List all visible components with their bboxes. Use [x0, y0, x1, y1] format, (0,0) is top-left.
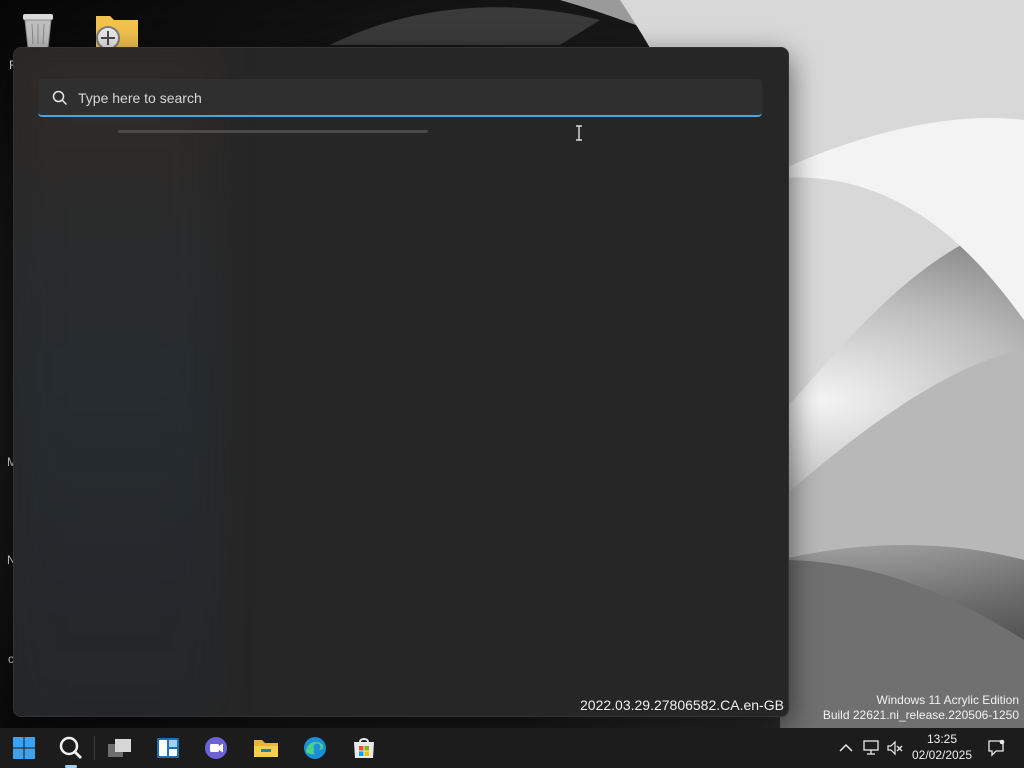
desktop: R M N c 2022.03.29.27806582.CA.en-GB Win…: [0, 0, 1024, 728]
search-icon: [59, 736, 82, 759]
chevron-up-icon: [839, 743, 853, 752]
start-button[interactable]: [8, 732, 40, 764]
network-button[interactable]: [858, 732, 884, 764]
version-label: 2022.03.29.27806582.CA.en-GB: [580, 697, 784, 713]
store-icon: [354, 738, 374, 758]
folder-icon: [254, 740, 278, 757]
store-button[interactable]: [348, 732, 380, 764]
clock-time: 13:25: [926, 732, 958, 746]
task-view-button[interactable]: [104, 732, 136, 764]
acrylic-tint: [14, 48, 214, 716]
taskbar-separator: [94, 736, 95, 760]
search-icon: [52, 90, 68, 106]
search-button[interactable]: [55, 732, 87, 768]
widgets-button[interactable]: [152, 732, 184, 764]
search-flyout: [13, 47, 789, 717]
show-hidden-icons-button[interactable]: [832, 732, 860, 764]
windows-logo-icon: [13, 737, 35, 759]
clock-date: 02/02/2025: [911, 748, 973, 762]
chat-button[interactable]: [200, 732, 232, 764]
edition-watermark: Windows 11 Acrylic Edition Build 22621.n…: [823, 693, 1019, 723]
widgets-icon: [157, 738, 179, 758]
watermark-line-1: Windows 11 Acrylic Edition: [876, 693, 1020, 707]
clock[interactable]: 13:25 02/02/2025: [902, 731, 982, 763]
teams-chat-icon: [205, 737, 227, 759]
search-input[interactable]: [76, 87, 730, 109]
text-cursor-icon: [576, 125, 582, 141]
edge-icon: [304, 737, 326, 759]
watermark-line-2: Build 22621.ni_release.220506-1250: [822, 708, 1019, 722]
notification-icon: [988, 739, 1005, 757]
notifications-button[interactable]: [982, 732, 1010, 764]
edge-button[interactable]: [299, 732, 331, 764]
taskbar: 13:25 02/02/2025: [0, 728, 1024, 768]
task-view-icon: [108, 739, 131, 757]
loading-progress-bar: [118, 130, 428, 133]
network-icon: [863, 740, 879, 755]
search-box[interactable]: [38, 79, 762, 117]
file-explorer-button[interactable]: [250, 732, 282, 764]
